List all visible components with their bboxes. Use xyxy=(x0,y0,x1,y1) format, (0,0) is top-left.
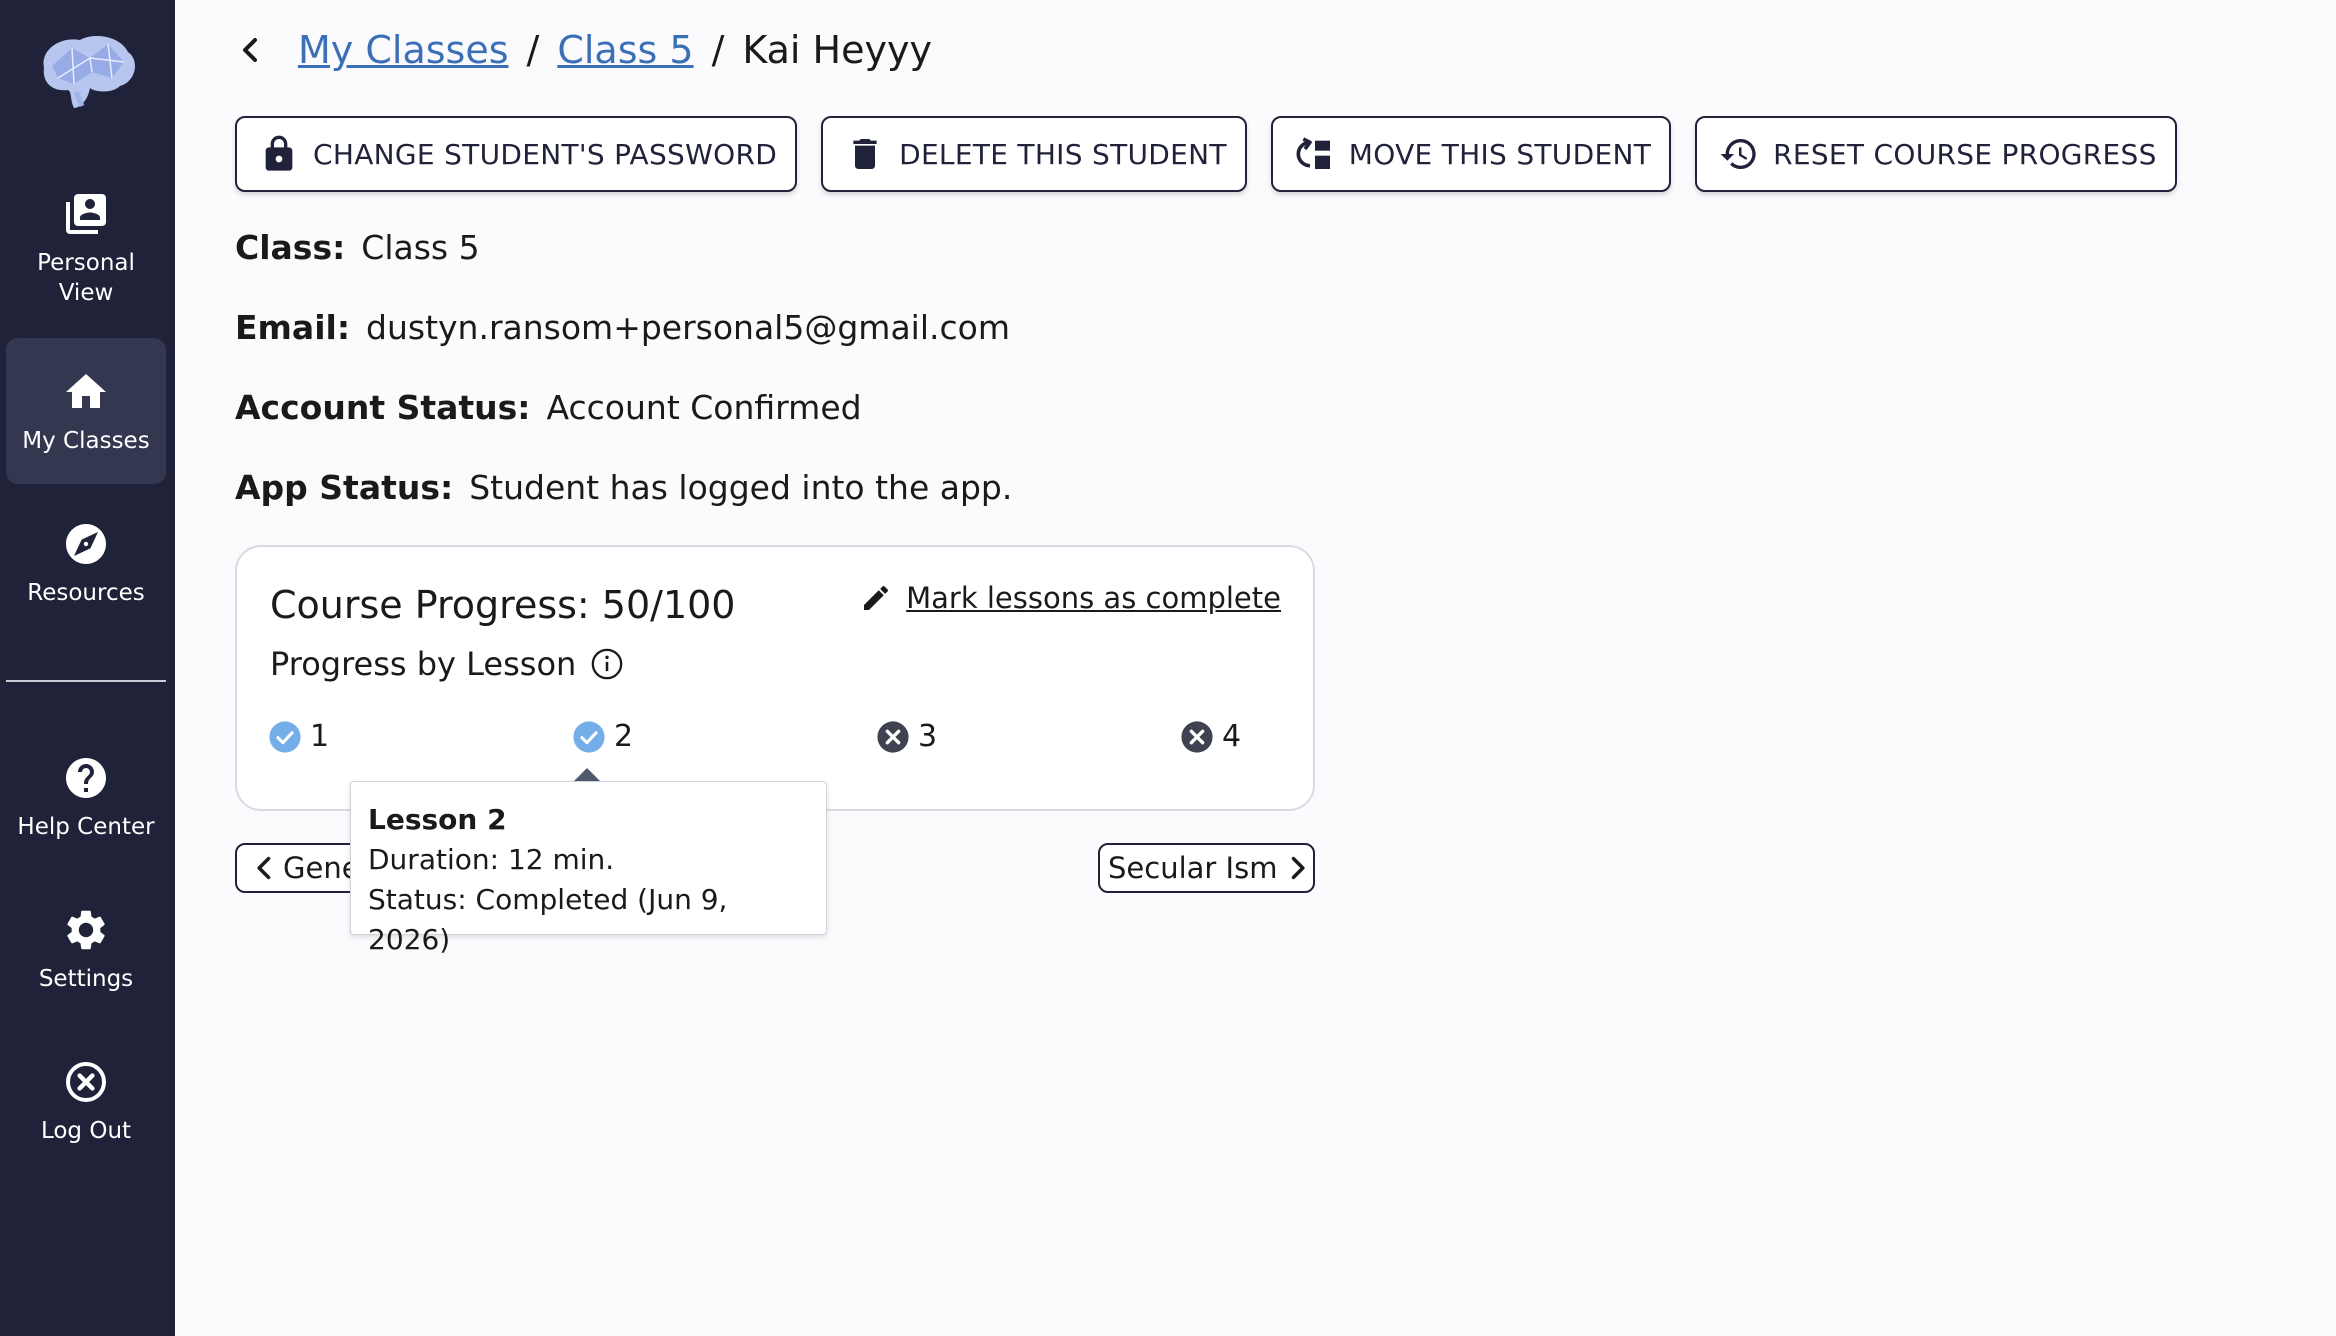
next-student-button[interactable]: Secular Ism xyxy=(1098,843,1315,893)
lesson-number: 1 xyxy=(310,719,330,754)
sidebar-item-settings[interactable]: Settings xyxy=(6,906,166,1006)
check-circle-icon xyxy=(573,720,605,753)
trash-icon xyxy=(853,139,877,169)
x-circle-icon xyxy=(1181,720,1213,753)
chevron-right-icon xyxy=(1292,856,1306,880)
chevron-left-icon[interactable] xyxy=(230,30,270,70)
check-circle-icon xyxy=(269,720,301,753)
close-circle-icon xyxy=(66,1062,106,1102)
tooltip-arrow xyxy=(573,768,601,782)
move-icon xyxy=(1296,137,1330,169)
sidebar-item-label: Settings xyxy=(38,966,134,992)
main-content: My Classes / Class 5 / Kai Heyyy CHANGE … xyxy=(175,0,2336,1336)
person-list-icon xyxy=(66,194,106,234)
sidebar-item-personal-view[interactable]: Personal View xyxy=(6,190,166,340)
email-value: dustyn.ransom+personal5@gmail.com xyxy=(366,308,1010,347)
app-status-value: Student has logged into the app. xyxy=(469,468,1013,507)
mark-lessons-complete-label: Mark lessons as complete xyxy=(906,581,1281,615)
previous-student-label: Gene xyxy=(283,851,360,885)
breadcrumb: My Classes / Class 5 / Kai Heyyy xyxy=(230,22,932,78)
lesson-2-status[interactable]: 2 xyxy=(572,719,633,754)
account-status-row: Account Status: Account Confirmed xyxy=(235,388,862,427)
sidebar-item-my-classes[interactable]: My Classes xyxy=(6,338,166,484)
sidebar-item-label: Log Out xyxy=(40,1118,132,1144)
class-value: Class 5 xyxy=(361,228,480,267)
sidebar-item-resources[interactable]: Resources xyxy=(6,520,166,620)
breadcrumb-separator: / xyxy=(526,28,540,72)
delete-student-button[interactable]: DELETE THIS STUDENT xyxy=(821,116,1247,192)
lesson-number: 2 xyxy=(614,719,634,754)
sidebar-item-label: Help Center xyxy=(17,814,155,840)
info-icon[interactable] xyxy=(590,647,624,681)
tooltip-status: Status: Completed (Jun 9, 2026) xyxy=(368,883,728,956)
home-icon xyxy=(66,374,106,408)
breadcrumb-separator: / xyxy=(711,28,725,72)
sidebar-item-help-center[interactable]: Help Center xyxy=(6,754,166,854)
lesson-number: 4 xyxy=(1222,719,1242,754)
breadcrumb-link-my-classes[interactable]: My Classes xyxy=(298,28,509,72)
tooltip-duration: Duration: 12 min. xyxy=(368,843,615,876)
next-student-label: Secular Ism xyxy=(1108,851,1278,885)
sidebar-item-label: Resources xyxy=(27,580,145,606)
lesson-3-status[interactable]: 3 xyxy=(876,719,937,754)
course-progress-card: Course Progress: 50/100 Mark lessons as … xyxy=(235,545,1315,811)
app-status-row: App Status: Student has logged into the … xyxy=(235,468,1012,507)
pencil-icon xyxy=(864,585,889,610)
help-icon xyxy=(66,758,106,798)
gear-icon xyxy=(67,910,105,950)
sidebar-divider xyxy=(6,680,166,682)
reset-progress-button[interactable]: RESET COURSE PROGRESS xyxy=(1695,116,2177,192)
brain-logo-icon[interactable] xyxy=(32,28,142,118)
course-progress-title: Course Progress: 50/100 xyxy=(270,583,736,627)
compass-icon xyxy=(66,524,106,564)
mark-lessons-complete-link[interactable]: Mark lessons as complete xyxy=(860,581,1281,615)
account-status-label: Account Status: xyxy=(235,388,531,427)
sidebar: Personal View My Classes Resources Help … xyxy=(0,0,175,1336)
history-icon xyxy=(1720,139,1756,169)
lesson-tooltip: Lesson 2 Duration: 12 min. Status: Compl… xyxy=(350,781,827,956)
breadcrumb-link-class[interactable]: Class 5 xyxy=(557,28,693,72)
lock-icon xyxy=(265,135,293,171)
x-circle-icon xyxy=(877,720,909,753)
chevron-left-icon xyxy=(257,856,271,880)
tooltip-title: Lesson 2 xyxy=(368,803,507,836)
class-label: Class: xyxy=(235,228,346,267)
breadcrumb-current-student: Kai Heyyy xyxy=(742,28,932,72)
student-actions: CHANGE STUDENT'S PASSWORD DELETE THIS ST… xyxy=(235,116,2177,192)
lesson-number: 3 xyxy=(918,719,938,754)
email-info-row: Email: dustyn.ransom+personal5@gmail.com xyxy=(235,308,1010,347)
progress-by-lesson-label: Progress by Lesson xyxy=(270,645,577,683)
change-password-label: CHANGE STUDENT'S PASSWORD xyxy=(313,137,778,171)
sidebar-item-label: Personal View xyxy=(37,250,135,306)
progress-by-lesson-heading: Progress by Lesson xyxy=(270,645,624,683)
move-student-button[interactable]: MOVE THIS STUDENT xyxy=(1270,116,1672,192)
class-info-row: Class: Class 5 xyxy=(235,228,480,267)
move-student-label: MOVE THIS STUDENT xyxy=(1348,137,1652,171)
lesson-4-status[interactable]: 4 xyxy=(1180,719,1241,754)
delete-student-label: DELETE THIS STUDENT xyxy=(899,137,1227,171)
change-password-button[interactable]: CHANGE STUDENT'S PASSWORD xyxy=(235,116,798,192)
sidebar-item-label: My Classes xyxy=(22,428,150,454)
app-status-label: App Status: xyxy=(235,468,454,507)
lesson-1-status[interactable]: 1 xyxy=(268,719,329,754)
reset-progress-label: RESET COURSE PROGRESS xyxy=(1773,137,2157,171)
email-label: Email: xyxy=(235,308,351,347)
account-status-value: Account Confirmed xyxy=(546,388,862,427)
sidebar-item-log-out[interactable]: Log Out xyxy=(6,1058,166,1158)
